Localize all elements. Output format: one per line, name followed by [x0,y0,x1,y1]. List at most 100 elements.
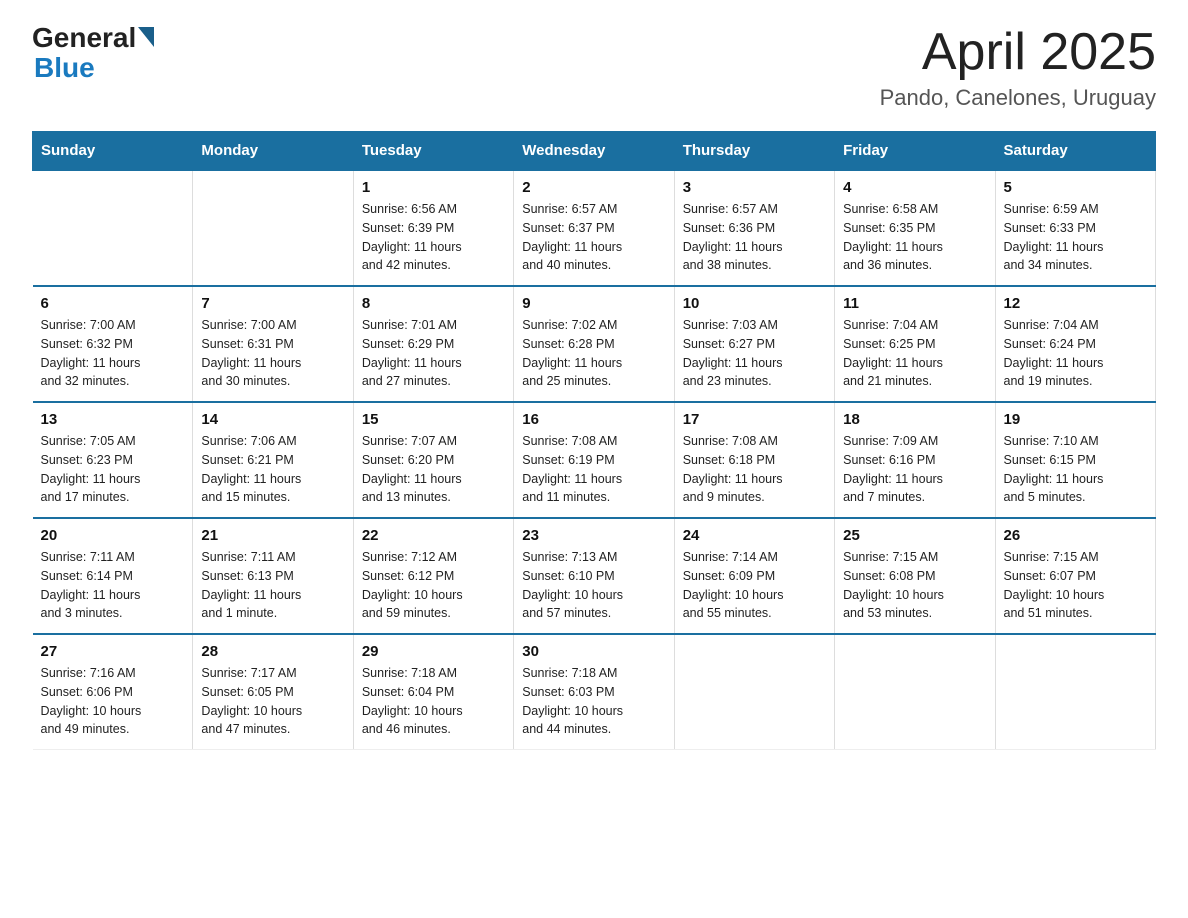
day-of-week-header: Thursday [674,132,834,171]
day-number: 25 [843,527,986,544]
day-detail-line: Daylight: 11 hoursand 38 minutes. [683,240,783,273]
day-of-week-header: Wednesday [514,132,674,171]
calendar-day-cell: 22 Sunrise: 7:12 AMSunset: 6:12 PMDayligh… [353,518,513,634]
day-info: Sunrise: 7:12 AMSunset: 6:12 PMDaylight:… [362,548,505,623]
day-number: 7 [201,295,344,312]
calendar-day-cell: 30Sunrise: 7:18 AMSunset: 6:03 PMDayligh… [514,634,674,750]
calendar-day-cell: 27Sunrise: 7:16 AMSunset: 6:06 PMDayligh… [33,634,193,750]
day-number: 3 [683,179,826,196]
day-detail-line: Sunset: 6:05 PM [201,685,293,699]
calendar-day-cell: 16Sunrise: 7:08 AMSunset: 6:19 PMDayligh… [514,402,674,518]
day-detail-line: Sunrise: 7:15 AM [1004,550,1099,564]
day-info: Sunrise: 7:17 AMSunset: 6:05 PMDaylight:… [201,664,344,739]
day-info: Sunrise: 7:11 AMSunset: 6:14 PMDaylight:… [41,548,185,623]
day-info: Sunrise: 7:11 AMSunset: 6:13 PMDaylight:… [201,548,344,623]
day-detail-line: Sunset: 6:19 PM [522,453,614,467]
calendar-day-cell: 25 Sunrise: 7:15 AMSunset: 6:08 PMDayligh… [835,518,995,634]
calendar-day-cell: 7 Sunrise: 7:00 AM Sunset: 6:31 PM Daylight… [193,286,353,402]
calendar-week-row: 6 Sunrise: 7:00 AM Sunset: 6:32 PM Daylight… [33,286,1156,402]
day-detail-line: Sunrise: 7:14 AM [683,550,778,564]
day-number: 28 [201,643,344,660]
day-detail-line: Daylight: 11 hoursand 42 minutes. [362,240,462,273]
day-info: Sunrise: 7:16 AMSunset: 6:06 PMDaylight:… [41,664,185,739]
calendar-day-cell: 1Sunrise: 6:56 AMSunset: 6:39 PMDaylight… [353,170,513,286]
day-number: 22 [362,527,505,544]
day-detail-line: Sunset: 6:32 PM [41,337,133,351]
calendar-day-cell [33,170,193,286]
day-detail-line: Daylight: 11 hoursand 32 minutes. [41,356,141,389]
day-detail-line: Daylight: 11 hoursand 23 minutes. [683,356,783,389]
calendar-header-row: SundayMondayTuesdayWednesdayThursdayFrid… [33,132,1156,171]
day-detail-line: Sunset: 6:35 PM [843,221,935,235]
day-detail-line: Sunrise: 6:58 AM [843,202,938,216]
day-info: Sunrise: 7:02 AMSunset: 6:28 PMDaylight:… [522,316,665,391]
calendar-day-cell: 24Sunrise: 7:14 AMSunset: 6:09 PMDayligh… [674,518,834,634]
day-detail-line: Daylight: 11 hoursand 27 minutes. [362,356,462,389]
day-info: Sunrise: 7:05 AMSunset: 6:23 PMDaylight:… [41,432,185,507]
day-detail-line: Sunset: 6:09 PM [683,569,775,583]
day-number: 15 [362,411,505,428]
calendar-day-cell: 23Sunrise: 7:13 AMSunset: 6:10 PMDayligh… [514,518,674,634]
day-detail-line: Sunrise: 7:00 AM [201,318,296,332]
day-detail-line: Sunset: 6:16 PM [843,453,935,467]
calendar-day-cell: 4Sunrise: 6:58 AMSunset: 6:35 PMDaylight… [835,170,995,286]
day-info: Sunrise: 7:18 AM Sunset: 6:03 PM Daylight:… [522,664,665,739]
calendar-table: SundayMondayTuesdayWednesdayThursdayFrid… [32,131,1156,750]
day-detail-line: Sunrise: 7:18 AM [522,666,617,680]
calendar-day-cell [193,170,353,286]
day-info: Sunrise: 6:57 AMSunset: 6:36 PMDaylight:… [683,200,826,275]
day-number: 20 [41,527,185,544]
day-detail-line: Sunrise: 7:08 AM [522,434,617,448]
day-number: 12 [1004,295,1147,312]
day-detail-line: Daylight: 10 hoursand 51 minutes. [1004,588,1105,621]
logo-triangle-icon [138,27,154,47]
day-info: Sunrise: 7:07 AMSunset: 6:20 PMDaylight:… [362,432,505,507]
day-detail-line: Sunrise: 7:17 AM [201,666,296,680]
calendar-day-cell: 9Sunrise: 7:02 AMSunset: 6:28 PMDaylight… [514,286,674,402]
day-info: Sunrise: 7:09 AMSunset: 6:16 PMDaylight:… [843,432,986,507]
day-detail-line: Daylight: 10 hoursand 49 minutes. [41,704,142,737]
day-detail-line: Daylight: 10 hoursand 46 minutes. [362,704,463,737]
day-of-week-header: Friday [835,132,995,171]
calendar-week-row: 1Sunrise: 6:56 AMSunset: 6:39 PMDaylight… [33,170,1156,286]
day-number: 26 [1004,527,1147,544]
day-info: Sunrise: 7:00 AM Sunset: 6:31 PM Daylight:… [201,316,344,391]
calendar-day-cell: 19Sunrise: 7:10 AMSunset: 6:15 PMDayligh… [995,402,1155,518]
calendar-day-cell: 2Sunrise: 6:57 AMSunset: 6:37 PMDaylight… [514,170,674,286]
day-info: Sunrise: 7:14 AMSunset: 6:09 PMDaylight:… [683,548,826,623]
day-detail-line: Sunset: 6:14 PM [41,569,133,583]
day-detail-line: Sunset: 6:03 PM [522,685,614,699]
day-info: Sunrise: 7:15 AMSunset: 6:08 PMDaylight:… [843,548,986,623]
day-number: 6 [41,295,185,312]
day-detail-line: Sunset: 6:29 PM [362,337,454,351]
calendar-day-cell: 12Sunrise: 7:04 AMSunset: 6:24 PMDayligh… [995,286,1155,402]
day-detail-line: Sunrise: 7:02 AM [522,318,617,332]
day-detail-line: Daylight: 11 hoursand 1 minute. [201,588,301,621]
day-detail-line: Sunset: 6:08 PM [843,569,935,583]
day-detail-line: Sunrise: 7:00 AM [41,318,136,332]
day-number: 5 [1004,179,1147,196]
day-detail-line: Daylight: 11 hoursand 30 minutes. [201,356,301,389]
day-detail-line: Sunset: 6:36 PM [683,221,775,235]
day-info: Sunrise: 6:58 AMSunset: 6:35 PMDaylight:… [843,200,986,275]
day-info: Sunrise: 7:13 AMSunset: 6:10 PMDaylight:… [522,548,665,623]
calendar-day-cell: 6 Sunrise: 7:00 AM Sunset: 6:32 PM Daylight… [33,286,193,402]
page-header: General Blue April 2025 Pando, Canelones… [32,24,1156,111]
day-detail-line: Sunrise: 7:08 AM [683,434,778,448]
day-detail-line: Daylight: 11 hoursand 40 minutes. [522,240,622,273]
day-info: Sunrise: 7:18 AMSunset: 6:04 PMDaylight:… [362,664,505,739]
day-detail-line: Sunset: 6:31 PM [201,337,293,351]
calendar-day-cell: 13Sunrise: 7:05 AMSunset: 6:23 PMDayligh… [33,402,193,518]
day-detail-line: Daylight: 11 hoursand 5 minutes. [1004,472,1104,505]
calendar-day-cell: 20 Sunrise: 7:11 AMSunset: 6:14 PMDayligh… [33,518,193,634]
day-detail-line: Sunrise: 7:12 AM [362,550,457,564]
day-detail-line: Sunrise: 7:01 AM [362,318,457,332]
day-number: 1 [362,179,505,196]
day-detail-line: Daylight: 11 hoursand 21 minutes. [843,356,943,389]
calendar-day-cell [835,634,995,750]
calendar-week-row: 27Sunrise: 7:16 AMSunset: 6:06 PMDayligh… [33,634,1156,750]
day-detail-line: Daylight: 10 hoursand 44 minutes. [522,704,623,737]
logo: General Blue [32,24,154,84]
day-info: Sunrise: 7:00 AM Sunset: 6:32 PM Daylight:… [41,316,185,391]
day-detail-line: Sunrise: 7:16 AM [41,666,136,680]
